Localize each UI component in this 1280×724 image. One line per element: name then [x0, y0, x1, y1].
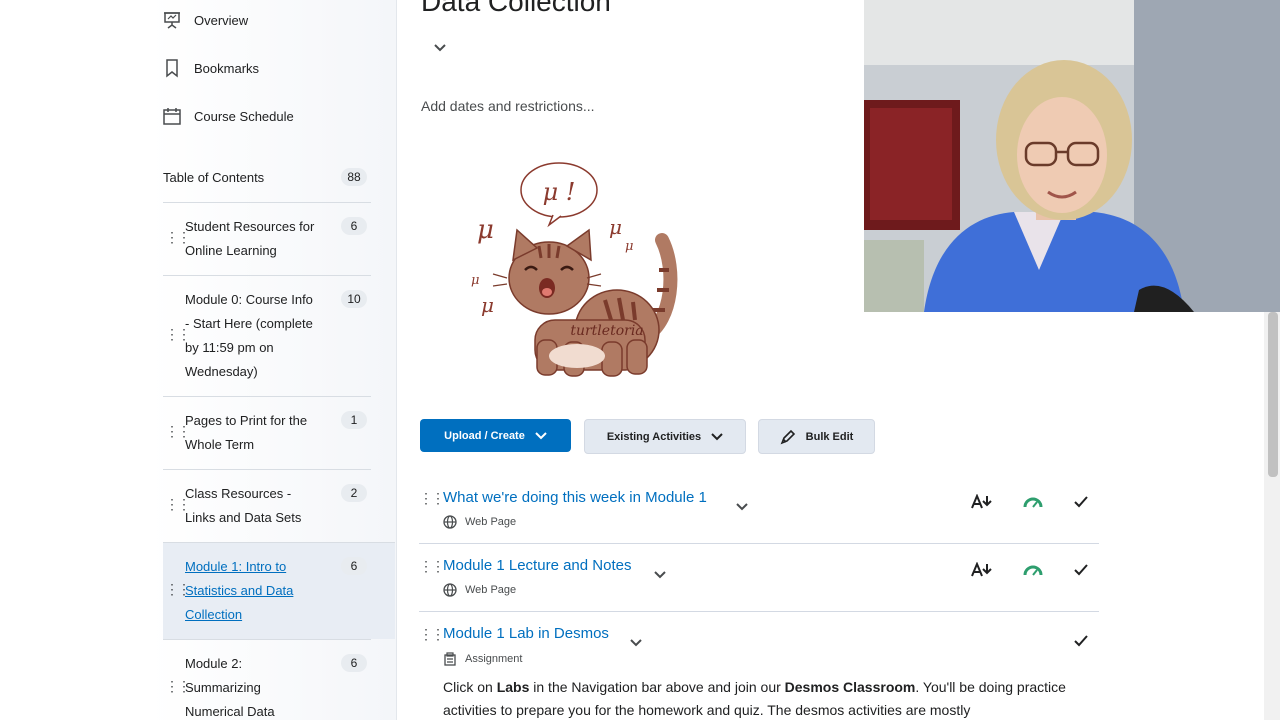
- toc-module-count: 6: [341, 654, 367, 672]
- scrollbar-thumb[interactable]: [1268, 312, 1278, 477]
- bulk-edit-label: Bulk Edit: [805, 430, 854, 443]
- content-item-title[interactable]: Module 1 Lecture and Notes: [443, 557, 631, 574]
- toc-label: Table of Contents: [163, 169, 265, 185]
- content-item-type-label: Web Page: [465, 584, 517, 596]
- content-item-type: Assignment: [443, 652, 522, 666]
- release-conditions-icon[interactable]: [971, 562, 993, 578]
- content-item-type-label: Assignment: [465, 653, 523, 665]
- mu-mark: μ: [625, 239, 633, 254]
- content-item-type-label: Web Page: [465, 516, 517, 528]
- toc-module-label: Module 2: Summarizing Numerical Data: [185, 656, 275, 719]
- toc-module-label[interactable]: Module 1: Intro to Statistics and Data C…: [185, 555, 315, 627]
- toc-module-item[interactable]: ⋮⋮ Module 0: Course Info - Start Here (c…: [163, 275, 371, 396]
- row-actions: [1073, 634, 1089, 648]
- drag-handle-icon[interactable]: ⋮⋮: [419, 490, 445, 507]
- webcam-video-overlay: [864, 0, 1280, 312]
- mu-mark: μ: [481, 293, 494, 317]
- checkmark-icon[interactable]: [1073, 634, 1089, 648]
- upload-create-label: Upload / Create: [444, 429, 525, 442]
- upload-create-button[interactable]: Upload / Create: [420, 419, 571, 452]
- toc-module-item-active[interactable]: ⋮⋮ Module 1: Intro to Statistics and Dat…: [163, 542, 395, 639]
- toc-module-item[interactable]: ⋮⋮ Pages to Print for the Whole Term 1: [163, 396, 371, 469]
- checkmark-icon[interactable]: [1073, 563, 1089, 577]
- content-item-type: Web Page: [443, 515, 516, 529]
- checkmark-icon[interactable]: [1073, 495, 1089, 509]
- chevron-down-icon[interactable]: [653, 570, 667, 580]
- row-actions: [971, 494, 1089, 510]
- nav-overview-label: Overview: [194, 12, 249, 28]
- toc-module-item[interactable]: ⋮⋮ Module 2: Summarizing Numerical Data …: [163, 639, 371, 721]
- pencil-icon: [780, 429, 795, 444]
- drag-handle-icon[interactable]: ⋮⋮: [419, 626, 445, 643]
- completion-tracking-icon[interactable]: [1023, 495, 1043, 509]
- assignment-icon: [444, 652, 456, 666]
- toc-module-count: 1: [341, 411, 367, 429]
- nav-course-schedule-label: Course Schedule: [194, 108, 294, 124]
- toc-module-count: 6: [341, 217, 367, 235]
- row-actions: [971, 562, 1089, 578]
- presenter-video: [864, 0, 1280, 312]
- content-item-title[interactable]: Module 1 Lab in Desmos: [443, 625, 609, 642]
- toc-module-label: Module 0: Course Info - Start Here (comp…: [185, 292, 313, 379]
- presentation-icon: [164, 12, 180, 29]
- nav-course-schedule[interactable]: Course Schedule: [162, 106, 294, 126]
- content-item-row[interactable]: ⋮⋮ Module 1 Lecture and Notes Web Page: [419, 544, 1099, 612]
- assignment-description: Click on Labs in the Navigation bar abov…: [443, 676, 1093, 722]
- toc-module-label: Pages to Print for the Whole Term: [185, 413, 308, 452]
- toc-module-item[interactable]: ⋮⋮ Class Resources - Links and Data Sets…: [163, 469, 371, 542]
- toc-module-count: 2: [341, 484, 367, 502]
- chevron-down-icon: [711, 432, 723, 440]
- page-scrollbar[interactable]: [1264, 312, 1280, 720]
- add-dates-link[interactable]: Add dates and restrictions...: [421, 98, 595, 114]
- mu-mark: μ: [471, 273, 479, 288]
- content-item-row[interactable]: ⋮⋮ What we're doing this week in Module …: [419, 476, 1099, 544]
- mu-mark: μ: [609, 215, 622, 239]
- desc-text: Click on: [443, 679, 497, 695]
- toc-module-label: Student Resources for Online Learning: [185, 219, 315, 258]
- chevron-down-icon[interactable]: [629, 638, 643, 648]
- toc-module-count: 10: [341, 290, 367, 308]
- bulk-edit-button[interactable]: Bulk Edit: [758, 419, 875, 454]
- chevron-down-icon[interactable]: [433, 42, 447, 54]
- drag-handle-icon[interactable]: ⋮⋮: [419, 558, 445, 575]
- page-title: Data Collection: [421, 0, 611, 17]
- toc-module-label: Class Resources - Links and Data Sets: [185, 486, 302, 525]
- nav-bookmarks-label: Bookmarks: [194, 60, 260, 76]
- speech-text: μ !: [543, 178, 576, 206]
- bookmark-icon: [166, 59, 178, 78]
- content-item-type: Web Page: [443, 583, 516, 597]
- toc-module-item[interactable]: ⋮⋮ Student Resources for Online Learning…: [163, 202, 371, 275]
- globe-icon: [443, 515, 457, 529]
- mu-mark: μ: [477, 215, 494, 245]
- toc-count-badge: 88: [341, 168, 367, 186]
- chevron-down-icon[interactable]: [735, 502, 749, 512]
- sidebar: Overview Bookmarks Course Schedule Table…: [0, 0, 397, 720]
- desc-bold-desmos: Desmos Classroom: [784, 679, 916, 695]
- table-of-contents-header[interactable]: Table of Contents 88: [163, 168, 367, 186]
- release-conditions-icon[interactable]: [971, 494, 993, 510]
- chevron-down-icon: [535, 431, 547, 439]
- nav-bookmarks[interactable]: Bookmarks: [162, 58, 259, 78]
- desc-text: in the Navigation bar above and join our: [529, 679, 785, 695]
- existing-activities-label: Existing Activities: [606, 430, 702, 443]
- existing-activities-button[interactable]: Existing Activities: [584, 419, 746, 454]
- toc-module-count: 6: [341, 557, 367, 575]
- content-item-title[interactable]: What we're doing this week in Module 1: [443, 489, 707, 506]
- cat-illustration: μ ! μ μ μ μ μ turtletoria: [471, 162, 678, 377]
- desc-bold-labs: Labs: [496, 679, 530, 695]
- nav-overview[interactable]: Overview: [162, 10, 248, 30]
- globe-icon: [443, 583, 457, 597]
- completion-tracking-icon[interactable]: [1023, 563, 1043, 577]
- calendar-icon: [163, 108, 181, 125]
- signature-text: turtletoria: [570, 323, 643, 339]
